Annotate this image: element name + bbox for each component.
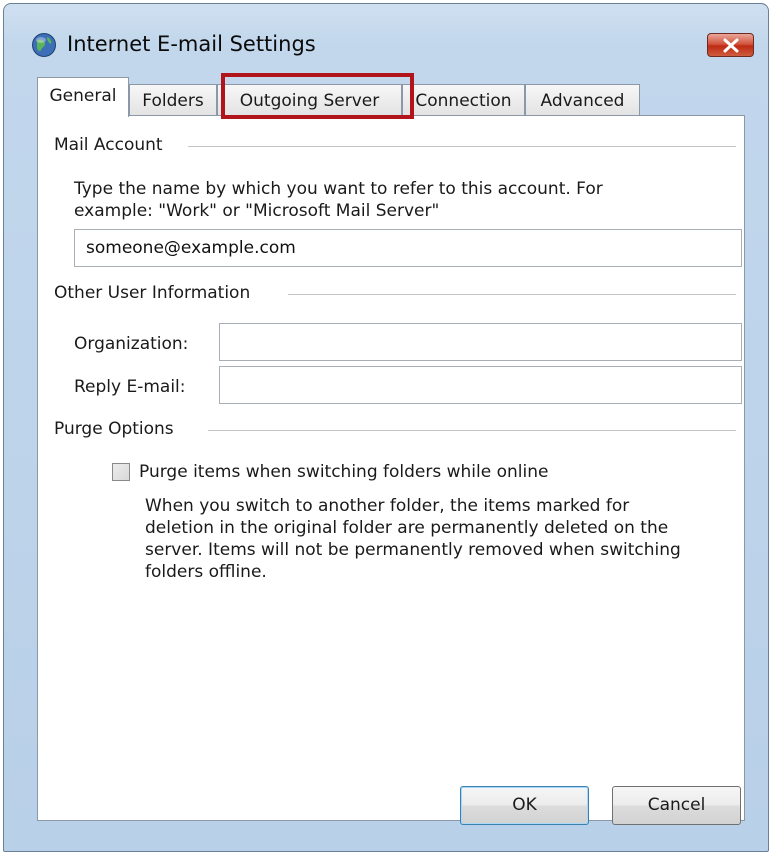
outgoing-server-tab-highlight bbox=[221, 73, 414, 119]
title-bar[interactable]: Internet E-mail Settings bbox=[4, 4, 768, 78]
tab-folders[interactable]: Folders bbox=[129, 84, 217, 115]
purge-items-checkbox[interactable] bbox=[112, 463, 130, 481]
purge-options-heading: Purge Options bbox=[54, 419, 180, 439]
organization-label: Organization: bbox=[74, 334, 189, 354]
tab-advanced-label: Advanced bbox=[540, 91, 625, 111]
cancel-button[interactable]: Cancel bbox=[612, 786, 741, 825]
mail-account-description-line2: example: "Work" or "Microsoft Mail Serve… bbox=[74, 201, 440, 221]
close-button[interactable] bbox=[707, 33, 754, 57]
general-tab-panel: Mail Account Type the name by which you … bbox=[37, 115, 745, 821]
account-name-input[interactable]: someone@example.com bbox=[74, 229, 742, 267]
tab-general-label: General bbox=[49, 86, 117, 106]
reply-email-label: Reply E-mail: bbox=[74, 377, 186, 397]
ok-button[interactable]: OK bbox=[460, 786, 589, 825]
mail-account-divider bbox=[188, 146, 736, 147]
purge-help-line3: server. Items will not be permanently re… bbox=[145, 540, 681, 560]
purge-help-line1: When you switch to another folder, the i… bbox=[145, 496, 630, 516]
globe-mail-icon bbox=[32, 33, 56, 57]
tab-folders-label: Folders bbox=[142, 91, 204, 111]
tab-connection[interactable]: Connection bbox=[402, 84, 525, 115]
purge-items-checkbox-label[interactable]: Purge items when switching folders while… bbox=[139, 461, 548, 483]
tab-advanced[interactable]: Advanced bbox=[525, 84, 640, 115]
other-user-info-divider bbox=[288, 294, 736, 295]
purge-options-divider bbox=[208, 430, 736, 431]
tab-connection-label: Connection bbox=[415, 91, 512, 111]
dialog-client-area: General Folders Outgoing Server Connecti… bbox=[15, 73, 759, 847]
purge-help-line4: folders offline. bbox=[145, 562, 267, 582]
mail-account-description-line1: Type the name by which you want to refer… bbox=[74, 179, 603, 199]
purge-help-line2: deletion in the original folder are perm… bbox=[145, 518, 669, 538]
window-title: Internet E-mail Settings bbox=[67, 32, 316, 56]
internet-email-settings-dialog: Internet E-mail Settings General Folders… bbox=[3, 3, 769, 852]
close-icon bbox=[723, 38, 739, 53]
other-user-info-heading: Other User Information bbox=[54, 283, 257, 303]
organization-input[interactable] bbox=[219, 323, 742, 361]
tab-general[interactable]: General bbox=[37, 77, 129, 117]
reply-email-input[interactable] bbox=[219, 366, 742, 404]
mail-account-heading: Mail Account bbox=[54, 135, 169, 155]
